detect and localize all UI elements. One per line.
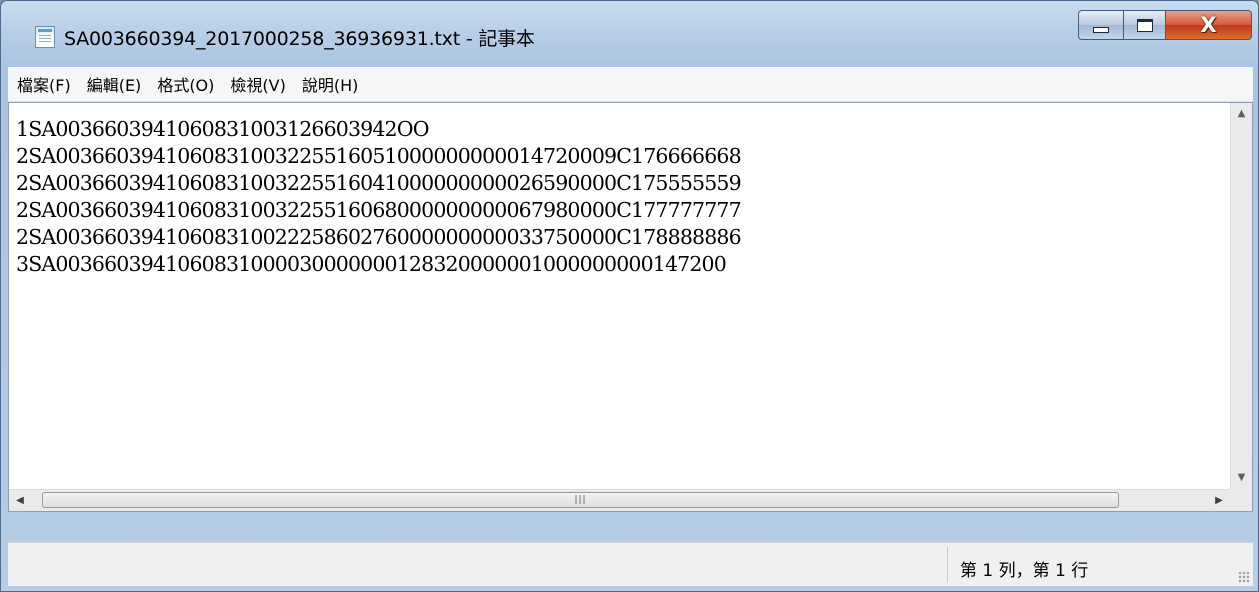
resize-grip-icon[interactable] [1238,571,1250,583]
menu-help[interactable]: 說明(H) [295,72,366,96]
status-divider [947,547,948,583]
minimize-icon [1093,27,1109,33]
text-line: 2SA0036603941060831003225516041000000000… [16,171,742,195]
vertical-scrollbar[interactable]: ▲ ▼ [1230,103,1252,489]
window-title: SA003660394_2017000258_36936931.txt - 記事… [64,28,535,50]
status-bar: 第 1 列，第 1 行 [8,542,1253,586]
text-line: 1SA0036603941060831003126603942OO [16,117,430,141]
text-line: 2SA0036603941060831003225516068000000000… [16,198,742,222]
menu-format[interactable]: 格式(O) [150,72,221,96]
menu-view[interactable]: 檢視(V) [223,72,292,96]
text-line: 3SA0036603941060831000030000000128320000… [16,252,727,276]
cursor-position: 第 1 列，第 1 行 [960,561,1089,581]
scroll-up-icon[interactable]: ▲ [1231,103,1252,125]
notepad-window: SA003660394_2017000258_36936931.txt - 記事… [0,0,1259,592]
text-line: 2SA0036603941060831002225860276000000000… [16,225,742,249]
text-line: 2SA0036603941060831003225516051000000000… [16,144,742,168]
text-content[interactable]: 1SA0036603941060831003126603942OO 2SA003… [9,103,1230,489]
grip-icon: ||| [574,495,587,505]
menu-edit[interactable]: 編輯(E) [80,72,149,96]
close-button[interactable]: X [1166,10,1252,40]
minimize-button[interactable] [1078,10,1124,40]
caption-buttons: X [1078,10,1252,42]
title-bar[interactable]: SA003660394_2017000258_36936931.txt - 記事… [1,1,1258,67]
maximize-icon [1136,18,1153,32]
text-editor[interactable]: 1SA0036603941060831003126603942OO 2SA003… [8,102,1253,512]
scrollbar-corner [1230,489,1252,511]
scroll-left-icon[interactable]: ◀ [9,490,31,511]
scroll-down-icon[interactable]: ▼ [1231,467,1252,489]
menu-bar: 檔案(F) 編輯(E) 格式(O) 檢視(V) 說明(H) [8,67,1253,102]
maximize-button[interactable] [1124,10,1166,40]
horizontal-scrollbar[interactable]: ◀ ||| ▶ [9,489,1230,511]
notepad-icon[interactable] [35,26,55,48]
close-icon: X [1200,13,1217,37]
menu-file[interactable]: 檔案(F) [10,72,78,96]
horizontal-scroll-thumb[interactable]: ||| [42,492,1119,508]
scroll-right-icon[interactable]: ▶ [1208,490,1230,511]
